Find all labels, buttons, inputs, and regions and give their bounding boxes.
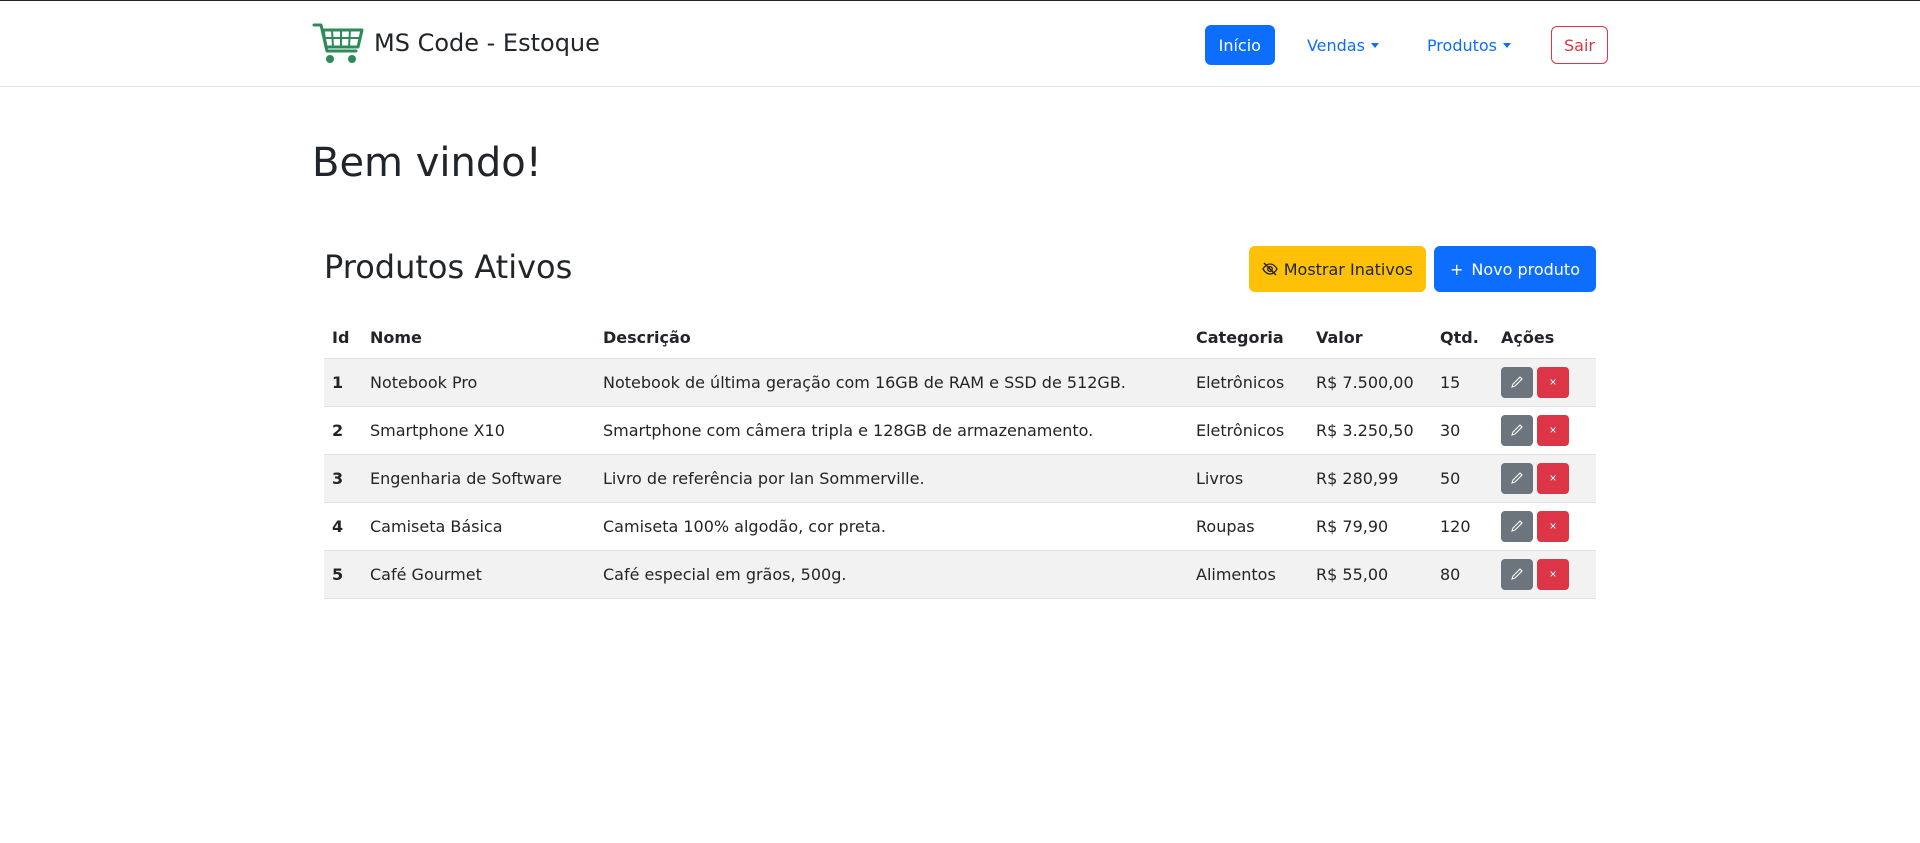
sales-dropdown[interactable]: Vendas [1291, 36, 1395, 55]
cell-price: R$ 280,99 [1308, 454, 1432, 503]
cell-category: Livros [1188, 454, 1308, 503]
delete-button[interactable]: × [1537, 414, 1569, 446]
delete-button[interactable]: × [1537, 462, 1569, 494]
cell-id: 4 [324, 502, 362, 551]
delete-button[interactable]: × [1537, 558, 1569, 590]
cell-price: R$ 55,00 [1308, 550, 1432, 599]
active-products-section: Produtos Ativos Mostrar Inativos + Novo … [324, 246, 1596, 599]
eye-slash-icon [1261, 262, 1278, 276]
cell-actions: × [1493, 454, 1596, 503]
cell-description: Notebook de última geração com 16GB de R… [595, 358, 1188, 407]
section-title: Produtos Ativos [324, 248, 573, 286]
table-row: 3 Engenharia de Software Livro de referê… [324, 454, 1596, 503]
nav-menu: Início Vendas Produtos Sair [1204, 25, 1608, 65]
cell-price: R$ 3.250,50 [1308, 406, 1432, 455]
cell-actions: × [1493, 406, 1596, 455]
table-header-row: Id Nome Descrição Categoria Valor Qtd. A… [324, 318, 1596, 359]
cell-description: Camiseta 100% algodão, cor preta. [595, 502, 1188, 551]
new-product-label: Novo produto [1471, 259, 1580, 279]
brand-title: MS Code - Estoque [374, 29, 600, 57]
pencil-icon [1511, 568, 1523, 580]
welcome-heading: Bem vindo! [312, 140, 542, 186]
cell-id: 1 [324, 358, 362, 407]
close-icon: × [1549, 567, 1557, 581]
cell-category: Alimentos [1188, 550, 1308, 599]
edit-button[interactable] [1501, 366, 1533, 398]
brand[interactable]: MS Code - Estoque [312, 21, 600, 65]
close-icon: × [1549, 375, 1557, 389]
table-row: 4 Camiseta Básica Camiseta 100% algodão,… [324, 502, 1596, 551]
edit-button[interactable] [1501, 558, 1533, 590]
home-button[interactable]: Início [1204, 25, 1275, 65]
table-row: 5 Café Gourmet Café especial em grãos, 5… [324, 550, 1596, 599]
cell-price: R$ 7.500,00 [1308, 358, 1432, 407]
sales-dropdown-label: Vendas [1306, 35, 1365, 55]
caret-down-icon [1370, 42, 1379, 48]
cell-actions: × [1493, 502, 1596, 551]
cell-id: 5 [324, 550, 362, 599]
cell-qty: 30 [1432, 406, 1493, 455]
cell-actions: × [1493, 358, 1596, 407]
products-dropdown[interactable]: Produtos [1411, 36, 1527, 55]
cell-name: Smartphone X10 [362, 406, 595, 455]
cell-category: Eletrônicos [1188, 406, 1308, 455]
edit-button[interactable] [1501, 462, 1533, 494]
delete-button[interactable]: × [1537, 366, 1569, 398]
pencil-icon [1511, 376, 1523, 388]
show-inactive-button[interactable]: Mostrar Inativos [1248, 246, 1426, 292]
cell-qty: 80 [1432, 550, 1493, 599]
section-actions: Mostrar Inativos + Novo produto [1248, 246, 1596, 292]
cell-name: Notebook Pro [362, 358, 595, 407]
cell-description: Smartphone com câmera tripla e 128GB de … [595, 406, 1188, 455]
pencil-icon [1511, 520, 1523, 532]
new-product-button[interactable]: + Novo produto [1433, 246, 1596, 292]
header-price: Valor [1308, 318, 1432, 359]
products-dropdown-label: Produtos [1426, 35, 1498, 55]
edit-button[interactable] [1501, 510, 1533, 542]
pencil-icon [1511, 472, 1523, 484]
cell-category: Roupas [1188, 502, 1308, 551]
cell-qty: 120 [1432, 502, 1493, 551]
header-name: Nome [362, 318, 595, 359]
cell-name: Café Gourmet [362, 550, 595, 599]
close-icon: × [1549, 423, 1557, 437]
cell-price: R$ 79,90 [1308, 502, 1432, 551]
navbar: MS Code - Estoque Início Vendas Produtos… [0, 1, 1920, 87]
products-table: Id Nome Descrição Categoria Valor Qtd. A… [324, 318, 1596, 599]
header-actions: Ações [1493, 318, 1596, 359]
shopping-cart-icon [312, 23, 364, 63]
section-header: Produtos Ativos Mostrar Inativos + Novo … [324, 246, 1596, 318]
logout-button[interactable]: Sair [1551, 26, 1608, 64]
close-icon: × [1549, 471, 1557, 485]
close-icon: × [1549, 519, 1557, 533]
cell-qty: 15 [1432, 358, 1493, 407]
cell-name: Camiseta Básica [362, 502, 595, 551]
cell-qty: 50 [1432, 454, 1493, 503]
delete-button[interactable]: × [1537, 510, 1569, 542]
plus-icon: + [1449, 259, 1464, 279]
header-description: Descrição [595, 318, 1188, 359]
cell-description: Café especial em grãos, 500g. [595, 550, 1188, 599]
cell-category: Eletrônicos [1188, 358, 1308, 407]
cell-id: 2 [324, 406, 362, 455]
cell-id: 3 [324, 454, 362, 503]
caret-down-icon [1503, 42, 1512, 48]
header-category: Categoria [1188, 318, 1308, 359]
pencil-icon [1511, 424, 1523, 436]
edit-button[interactable] [1501, 414, 1533, 446]
header-qty: Qtd. [1432, 318, 1493, 359]
cell-description: Livro de referência por Ian Sommerville. [595, 454, 1188, 503]
table-row: 1 Notebook Pro Notebook de última geraçã… [324, 358, 1596, 407]
table-row: 2 Smartphone X10 Smartphone com câmera t… [324, 406, 1596, 455]
cell-actions: × [1493, 550, 1596, 599]
header-id: Id [324, 318, 362, 359]
show-inactive-label: Mostrar Inativos [1283, 259, 1413, 279]
cell-name: Engenharia de Software [362, 454, 595, 503]
